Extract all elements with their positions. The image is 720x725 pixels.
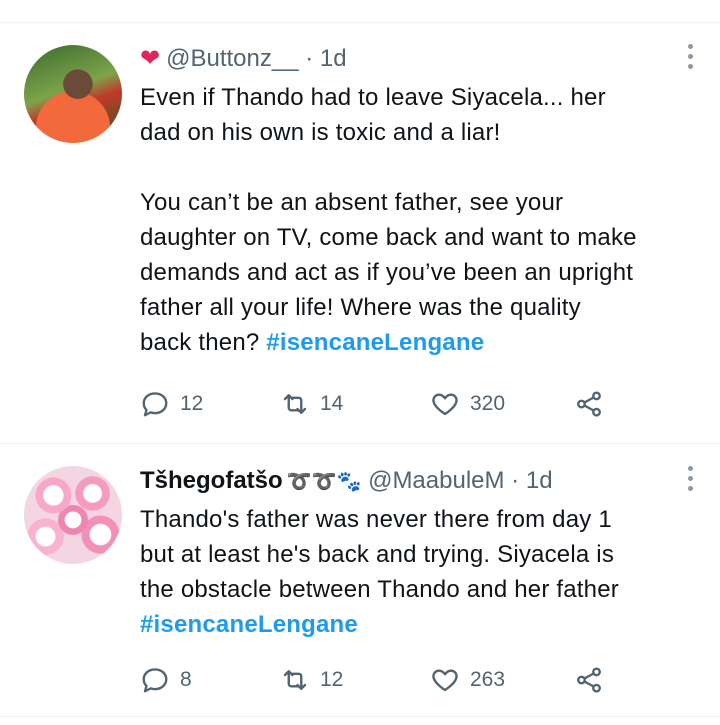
hashtag-link[interactable]: #isencaneLengane xyxy=(140,611,358,638)
tweet-header: Tšhegofatšo ➰➰🐾 @MaabuleM · 1d xyxy=(140,466,553,497)
reply-button[interactable]: 12 xyxy=(140,389,203,419)
retweet-button[interactable]: 14 xyxy=(280,389,343,419)
like-count: 263 xyxy=(470,668,506,691)
heart-icon xyxy=(432,669,458,692)
bottom-divider xyxy=(0,716,720,717)
reply-icon xyxy=(142,392,168,417)
tweet-body: Thando's father was never there from day… xyxy=(140,506,619,603)
retweet-button[interactable]: 12 xyxy=(280,665,343,695)
tweet-actions: 8 12 263 xyxy=(140,665,700,699)
retweet-count: 12 xyxy=(320,668,344,691)
separator: · xyxy=(511,467,520,494)
user-handle[interactable]: @MaabuleM xyxy=(368,467,504,494)
reply-count: 12 xyxy=(180,392,204,415)
heart-icon xyxy=(432,393,458,416)
red-heart-icon: ❤ xyxy=(140,45,161,72)
top-divider xyxy=(0,22,720,23)
separator: · xyxy=(305,45,314,72)
share-button[interactable] xyxy=(574,665,604,695)
user-handle[interactable]: @Buttonz__ xyxy=(166,45,298,72)
retweet-count: 14 xyxy=(320,392,344,415)
timestamp[interactable]: 1d xyxy=(526,467,553,494)
reply-icon xyxy=(142,668,168,693)
tweet-text: Even if Thando had to leave Siyacela... … xyxy=(140,80,700,360)
tweet-body: Even if Thando had to leave Siyacela... … xyxy=(140,84,637,356)
ribbon-paw-emoji-icons: ➰➰🐾 xyxy=(286,471,362,493)
avatar[interactable] xyxy=(24,45,122,143)
more-options-icon[interactable] xyxy=(686,44,694,69)
avatar[interactable] xyxy=(24,466,122,564)
reply-count: 8 xyxy=(180,668,192,691)
reply-button[interactable]: 8 xyxy=(140,665,192,695)
retweet-icon xyxy=(283,670,307,690)
more-options-icon[interactable] xyxy=(686,466,694,491)
display-name[interactable]: Tšhegofatšo xyxy=(140,467,283,494)
retweet-icon xyxy=(283,394,307,414)
like-count: 320 xyxy=(470,392,506,415)
hashtag-link[interactable]: #isencaneLengane xyxy=(266,329,484,356)
share-button[interactable] xyxy=(574,389,604,419)
timestamp[interactable]: 1d xyxy=(320,45,347,72)
like-button[interactable]: 263 xyxy=(430,665,505,695)
tweet-divider xyxy=(0,443,720,444)
share-icon xyxy=(577,391,601,417)
tweet-text: Thando's father was never there from day… xyxy=(140,502,700,642)
like-button[interactable]: 320 xyxy=(430,389,505,419)
share-icon xyxy=(577,667,601,693)
tweet-actions: 12 14 320 xyxy=(140,389,700,423)
tweet-header: ❤ @Buttonz__ · 1d xyxy=(140,44,347,74)
